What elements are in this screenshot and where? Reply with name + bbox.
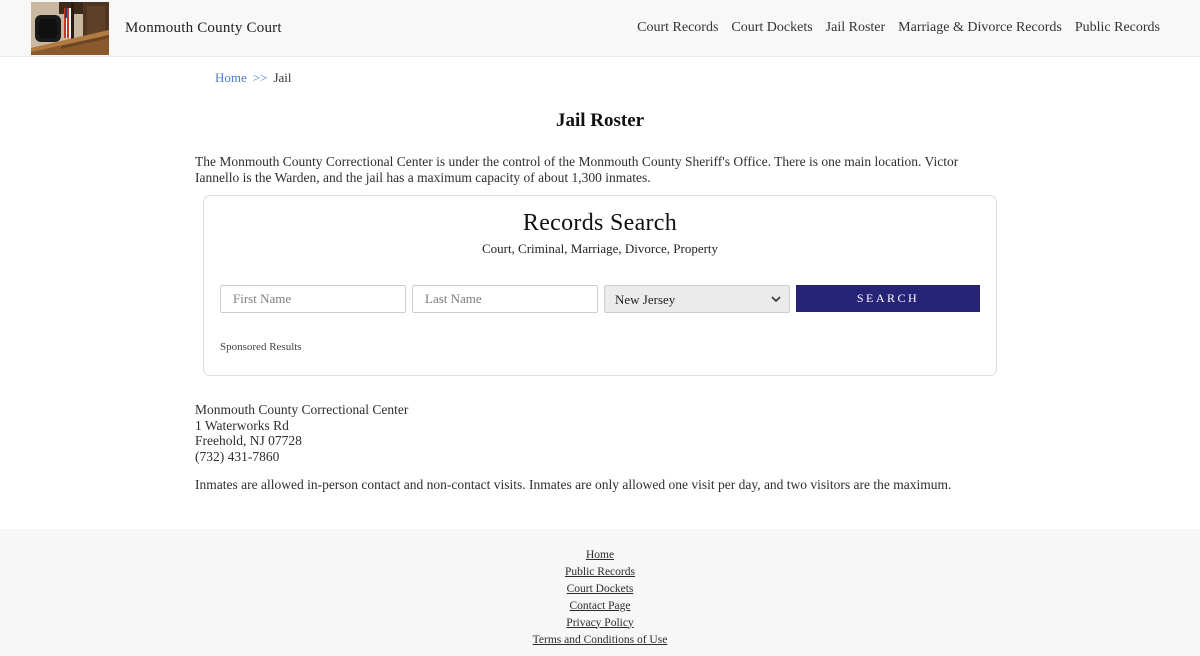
- main-content: Home >> Jail Jail Roster The Monmouth Coun…: [0, 57, 1200, 493]
- footer-link-home[interactable]: Home: [586, 549, 614, 561]
- last-name-input[interactable]: [412, 285, 598, 313]
- footer-link-contact-page[interactable]: Contact Page: [570, 600, 631, 612]
- footer-link-court-dockets[interactable]: Court Dockets: [567, 583, 634, 595]
- sponsored-results-label: Sponsored Results: [220, 341, 302, 353]
- facility-address-block: Monmouth County Correctional Center 1 Wa…: [195, 402, 1005, 464]
- breadcrumb-home-link[interactable]: Home: [215, 70, 247, 85]
- breadcrumb-separator: >>: [252, 70, 268, 85]
- breadcrumb-current: Jail: [273, 70, 292, 85]
- nav-marriage-divorce-records[interactable]: Marriage & Divorce Records: [898, 20, 1062, 36]
- facility-name: Monmouth County Correctional Center: [195, 402, 409, 417]
- nav-court-dockets[interactable]: Court Dockets: [731, 20, 812, 36]
- top-nav: Court Records Court Dockets Jail Roster …: [637, 20, 1160, 36]
- first-name-input[interactable]: [220, 285, 406, 313]
- facility-address-line1: 1 Waterworks Rd: [195, 417, 289, 433]
- page-title: Jail Roster: [555, 110, 645, 131]
- search-form-row: New Jersey SEARCH: [220, 285, 980, 313]
- site-title: Monmouth County Court: [125, 19, 282, 36]
- state-select-wrap: New Jersey: [604, 285, 790, 313]
- records-search-box: Records Search Court, Criminal, Marriage…: [203, 195, 997, 376]
- facility-phone: (732) 431-7860: [195, 448, 280, 464]
- search-box-subtitle: Court, Criminal, Marriage, Divorce, Prop…: [481, 241, 719, 256]
- state-select[interactable]: New Jersey: [604, 285, 790, 313]
- breadcrumb: Home >> Jail: [195, 57, 1005, 86]
- courtroom-logo-image: [31, 2, 109, 55]
- site-footer: Home Public Records Court Dockets Contac…: [0, 528, 1200, 656]
- footer-links: Home Public Records Court Dockets Contac…: [0, 546, 1200, 648]
- footer-link-public-records[interactable]: Public Records: [565, 566, 635, 578]
- nav-public-records[interactable]: Public Records: [1075, 20, 1160, 36]
- search-button[interactable]: SEARCH: [796, 285, 980, 312]
- nav-jail-roster[interactable]: Jail Roster: [826, 20, 886, 36]
- visits-note: Inmates are allowed in-person contact an…: [195, 476, 952, 492]
- site-header: Monmouth County Court Court Records Cour…: [0, 0, 1200, 57]
- nav-court-records[interactable]: Court Records: [637, 20, 718, 36]
- facility-address-line2: Freehold, NJ 07728: [195, 433, 302, 448]
- footer-link-privacy-policy[interactable]: Privacy Policy: [566, 617, 633, 629]
- courtroom-photo-icon: [31, 2, 109, 55]
- search-box-title: Records Search: [522, 210, 678, 236]
- intro-paragraph: The Monmouth County Correctional Center …: [195, 154, 959, 185]
- footer-link-terms[interactable]: Terms and Conditions of Use: [533, 634, 668, 646]
